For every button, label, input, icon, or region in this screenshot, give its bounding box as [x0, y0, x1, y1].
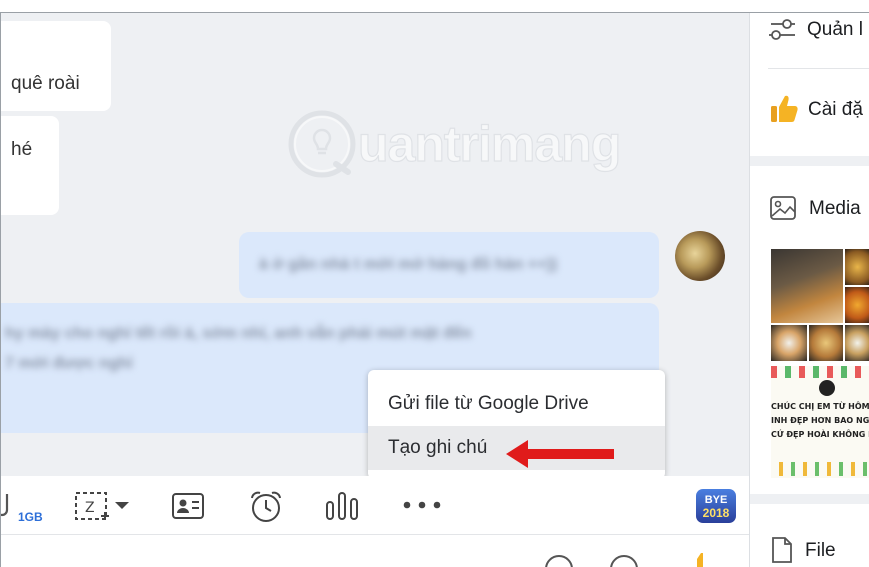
- media-thumbnail[interactable]: CHÚC CHỊ EM TỪ HÔM NAY INH ĐẸP HƠN BAO N…: [771, 366, 869, 478]
- watermark-text: uantrimang: [357, 115, 621, 172]
- red-arrow-annotation: [506, 440, 614, 468]
- media-thumbnail[interactable]: [845, 249, 869, 285]
- section-separator: [750, 494, 869, 504]
- section-separator: [750, 156, 869, 166]
- media-thumbnail[interactable]: [809, 325, 843, 361]
- watermark: uantrimang: [286, 108, 622, 180]
- settings-label[interactable]: Cài đặ: [808, 99, 863, 121]
- emoji-icon[interactable]: [544, 555, 574, 567]
- outgoing-message: à ở gần nhà t mới mở hàng đồ hàn ++)): [239, 232, 659, 298]
- incoming-message-text: quê roài: [11, 73, 80, 94]
- composer-toolbar: 1GB Z BYE 2018: [1, 476, 749, 535]
- message-input-area[interactable]: [1, 535, 749, 567]
- file-label[interactable]: File: [805, 540, 836, 562]
- avatar[interactable]: [675, 231, 725, 281]
- sticker-icon[interactable]: [609, 555, 639, 567]
- storage-badge: 1GB: [18, 510, 43, 524]
- chat-panel: quê roài hé uantrimang à ở gần nhà t mới…: [1, 13, 749, 479]
- manage-settings-icon[interactable]: [769, 18, 795, 42]
- bye-badge-bottom: 2018: [703, 506, 730, 520]
- image-icon: [770, 196, 796, 220]
- media-label[interactable]: Media: [809, 198, 861, 220]
- bye-badge-top: BYE: [705, 494, 728, 506]
- divider: [768, 68, 869, 69]
- menu-item-label: Gửi file từ Google Drive: [388, 393, 589, 414]
- more-icon[interactable]: [402, 500, 442, 510]
- file-icon: [772, 537, 792, 563]
- watermark-logo-icon: [288, 110, 356, 178]
- contact-card-icon[interactable]: [171, 490, 205, 522]
- manage-label[interactable]: Quản l: [807, 19, 863, 41]
- poll-icon[interactable]: [324, 490, 360, 522]
- like-icon[interactable]: [691, 553, 705, 567]
- media-thumbnail[interactable]: [845, 287, 869, 323]
- bye-2018-sticker-icon[interactable]: BYE 2018: [695, 488, 737, 524]
- alarm-clock-icon[interactable]: [248, 490, 284, 524]
- media-thumbnail[interactable]: [771, 325, 807, 361]
- media-thumbnail[interactable]: [845, 325, 869, 361]
- incoming-message: quê roài: [1, 21, 111, 111]
- menu-item-label: Tạo ghi chú: [388, 437, 488, 458]
- incoming-message: hé: [1, 116, 59, 215]
- incoming-message-text: hé: [11, 139, 33, 160]
- media-thumbnail[interactable]: [771, 249, 843, 323]
- attach-icon[interactable]: [0, 490, 17, 520]
- thumbs-up-icon[interactable]: [770, 93, 798, 123]
- svg-text:Z: Z: [85, 500, 95, 516]
- menu-item-send-google-drive[interactable]: Gửi file từ Google Drive: [368, 382, 665, 426]
- app-frame: quê roài hé uantrimang à ở gần nhà t mới…: [0, 12, 869, 567]
- screenshot-icon[interactable]: Z: [73, 490, 133, 522]
